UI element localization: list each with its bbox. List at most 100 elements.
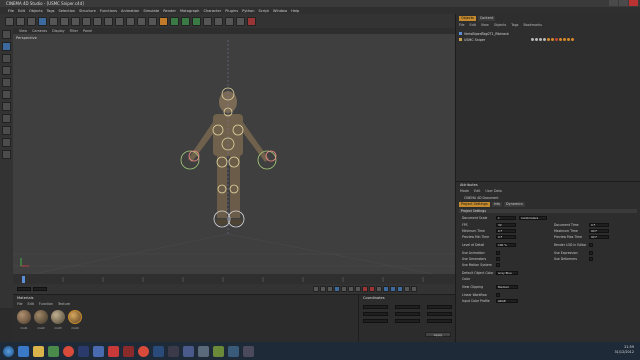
menu-item[interactable]: Motograph — [180, 9, 199, 13]
object-row[interactable]: VertsBipedTag0T1_Ribtrack — [459, 31, 637, 36]
start-frame-field[interactable] — [17, 287, 31, 291]
app-icon[interactable] — [213, 345, 224, 357]
lock-workplane-icon[interactable] — [2, 150, 11, 159]
scale-key-icon[interactable] — [390, 286, 396, 292]
menu-item[interactable]: Help — [291, 9, 299, 13]
coordinate-system-icon[interactable] — [115, 16, 124, 26]
app-icon[interactable] — [138, 345, 149, 357]
viewport-menu-item[interactable]: View — [19, 29, 27, 33]
apply-button[interactable]: Apply — [425, 332, 451, 337]
points-mode-icon[interactable] — [2, 78, 11, 87]
maximize-button[interactable] — [619, 0, 628, 6]
material-swatch[interactable] — [51, 310, 65, 324]
objects-menu-item[interactable]: Bookmarks — [524, 23, 542, 27]
menu-item[interactable]: Edit — [18, 9, 25, 13]
record-icon[interactable] — [362, 286, 368, 292]
x-axis-icon[interactable] — [82, 16, 91, 26]
texture-mode-icon[interactable] — [2, 54, 11, 63]
app-icon[interactable] — [78, 345, 89, 357]
next-frame-icon[interactable] — [341, 286, 347, 292]
3d-viewport[interactable]: Perspective — [13, 34, 455, 274]
input-color-profile-dropdown[interactable]: sRGB — [496, 299, 518, 303]
rotation-p-field[interactable] — [427, 312, 452, 316]
undo-icon[interactable] — [5, 16, 14, 26]
app-icon[interactable] — [93, 345, 104, 357]
rotation-key-icon[interactable] — [397, 286, 403, 292]
render-view-icon[interactable] — [126, 16, 135, 26]
objects-menu-item[interactable]: File — [459, 23, 465, 27]
position-y-field[interactable] — [363, 312, 388, 316]
edges-mode-icon[interactable] — [2, 90, 11, 99]
autokey-icon[interactable] — [369, 286, 375, 292]
menu-item[interactable]: Simulate — [143, 9, 159, 13]
menu-item[interactable]: Script — [259, 9, 269, 13]
preview-max-time-field[interactable]: 90 F — [589, 235, 609, 239]
size-x-field[interactable] — [395, 305, 420, 309]
app-icon[interactable] — [198, 345, 209, 357]
rotate-icon[interactable] — [60, 16, 69, 26]
menu-item[interactable]: Selection — [59, 9, 76, 13]
tweak-mode-icon[interactable] — [2, 126, 11, 135]
size-y-field[interactable] — [395, 312, 420, 316]
close-button[interactable] — [629, 0, 638, 6]
tab-project-settings[interactable]: Project Settings — [459, 202, 490, 207]
menu-item[interactable]: File — [8, 9, 14, 13]
linear-workflow-checkbox[interactable] — [496, 293, 500, 297]
attributes-menu-item[interactable]: Edit — [474, 189, 480, 193]
start-button-icon[interactable] — [3, 345, 14, 357]
recent-tools-icon[interactable] — [71, 16, 80, 26]
snap-icon[interactable] — [2, 138, 11, 147]
model-mode-icon[interactable] — [2, 42, 11, 51]
file-explorer-icon[interactable] — [33, 345, 44, 357]
menu-item[interactable]: Animation — [121, 9, 139, 13]
use-generators-checkbox[interactable] — [496, 257, 500, 261]
viewport-menu-item[interactable]: Display — [52, 29, 65, 33]
position-key-icon[interactable] — [383, 286, 389, 292]
attributes-menu-item[interactable]: Mode — [460, 189, 469, 193]
chrome-icon[interactable] — [63, 345, 74, 357]
object-tags[interactable] — [531, 38, 574, 41]
object-row[interactable]: USMC Sniper — [459, 37, 637, 42]
array-icon[interactable] — [192, 16, 201, 26]
materials-menu-item[interactable]: File — [17, 302, 23, 306]
viewport-menu-item[interactable]: Cameras — [32, 29, 47, 33]
rotation-b-field[interactable] — [427, 319, 452, 323]
point-level-animation-icon[interactable] — [411, 286, 417, 292]
use-animation-checkbox[interactable] — [496, 251, 500, 255]
cinema4d-icon[interactable] — [183, 345, 194, 357]
minimize-button[interactable] — [609, 0, 618, 6]
deformer-icon[interactable] — [203, 16, 212, 26]
objects-menu-item[interactable]: Edit — [470, 23, 476, 27]
menu-item[interactable]: Tags — [47, 9, 55, 13]
parameter-key-icon[interactable] — [404, 286, 410, 292]
menu-item[interactable]: Python — [242, 9, 254, 13]
level-of-detail-field[interactable]: 100 % — [496, 243, 516, 247]
axis-mode-icon[interactable] — [2, 114, 11, 123]
materials-menu-item[interactable]: Edit — [28, 302, 34, 306]
tab-objects[interactable]: Objects — [459, 16, 476, 21]
attributes-menu-item[interactable]: User Data — [485, 189, 501, 193]
view-clipping-dropdown[interactable]: Medium — [496, 285, 518, 289]
app-icon[interactable] — [123, 345, 134, 357]
fps-field[interactable]: 30 — [496, 223, 516, 227]
menu-item[interactable]: Plugins — [225, 9, 238, 13]
make-editable-icon[interactable] — [2, 30, 11, 39]
app-icon[interactable] — [243, 345, 254, 357]
go-to-start-icon[interactable] — [313, 286, 319, 292]
objects-menu-item[interactable]: Tags — [511, 23, 518, 27]
app-icon[interactable] — [108, 345, 119, 357]
tab-content[interactable]: Content — [477, 16, 496, 21]
previous-frame-icon[interactable] — [327, 286, 333, 292]
document-scale-field[interactable]: 1 — [496, 216, 516, 220]
position-z-field[interactable] — [363, 319, 388, 323]
materials-menu-item[interactable]: Texture — [58, 302, 70, 306]
go-to-end-icon[interactable] — [355, 286, 361, 292]
size-z-field[interactable] — [395, 319, 420, 323]
render-picture-viewer-icon[interactable] — [137, 16, 146, 26]
live-select-icon[interactable] — [27, 16, 36, 26]
polygons-mode-icon[interactable] — [2, 102, 11, 111]
spline-pen-icon[interactable] — [170, 16, 179, 26]
cube-icon[interactable] — [159, 16, 168, 26]
viewport-menu-item[interactable]: Filter — [70, 29, 78, 33]
maximum-time-field[interactable]: 90 F — [589, 229, 609, 233]
